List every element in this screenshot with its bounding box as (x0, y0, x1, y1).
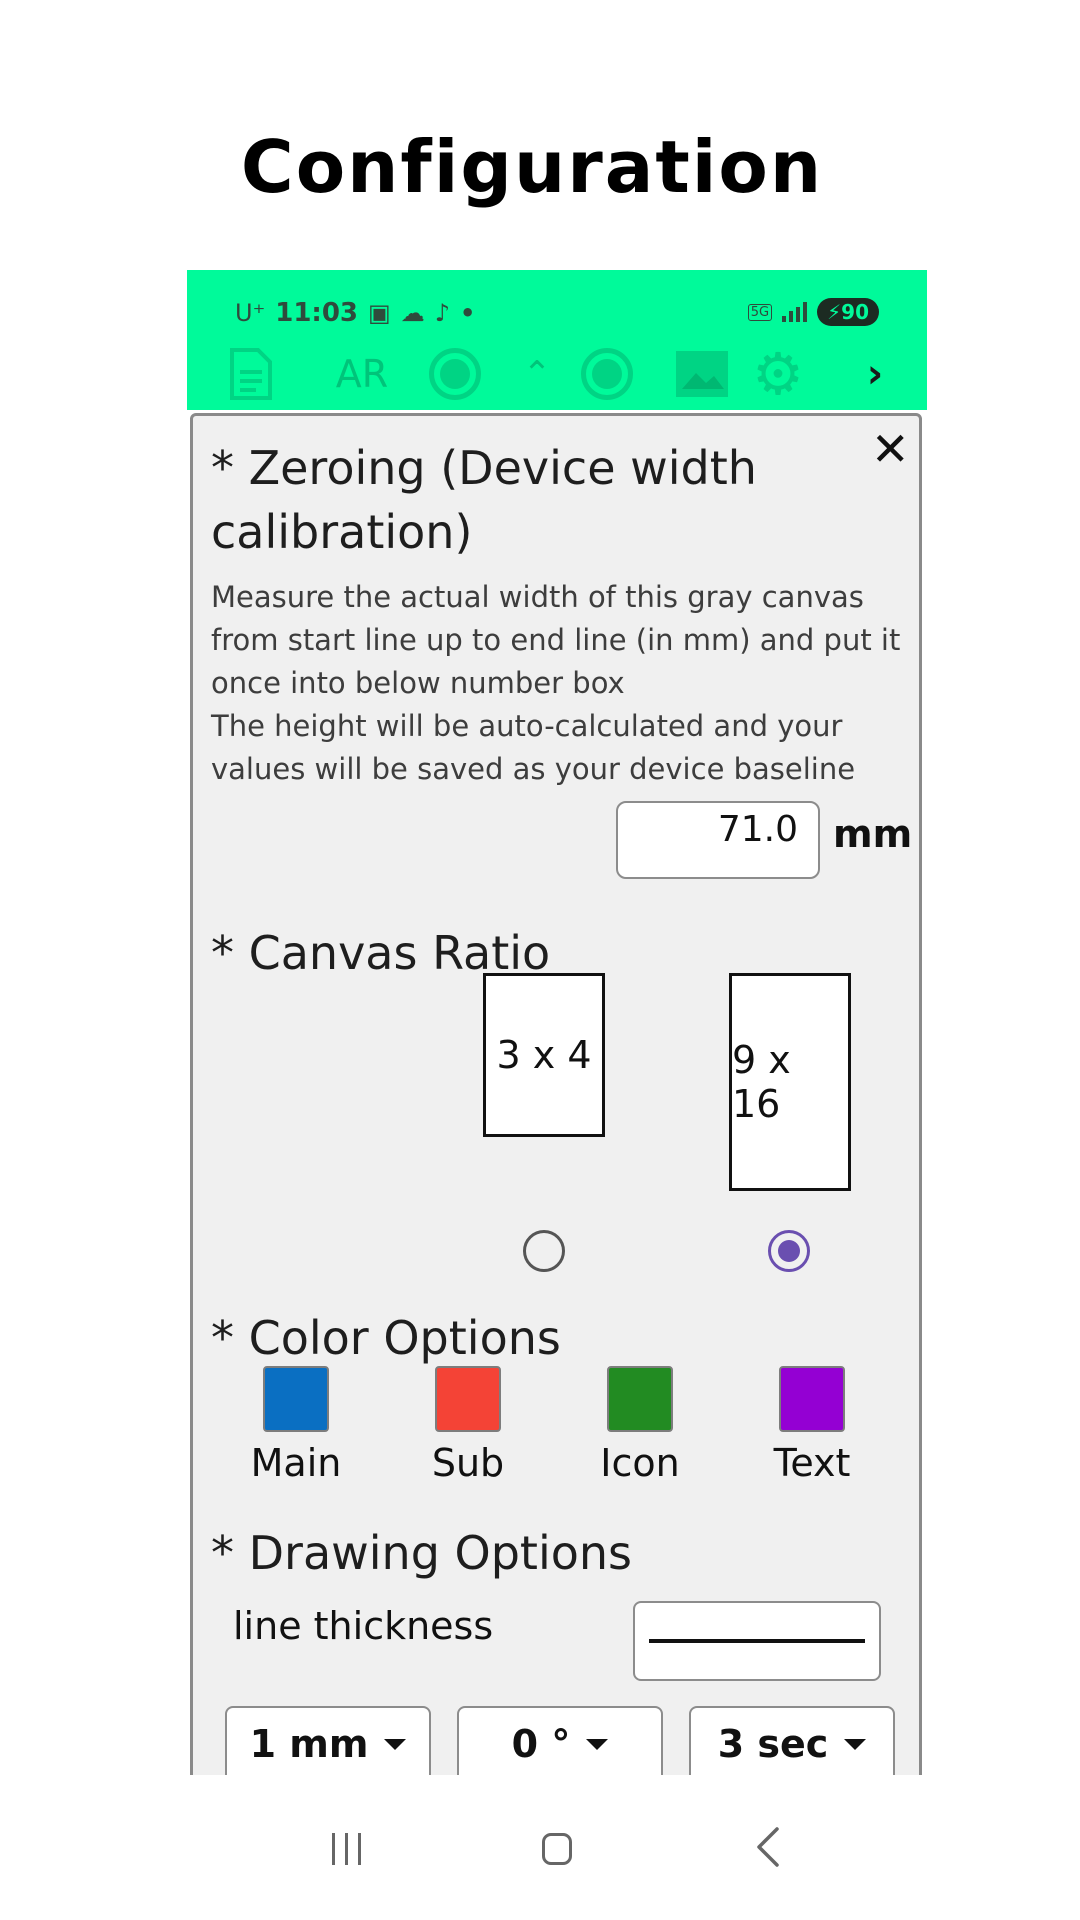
back-icon[interactable] (747, 1825, 791, 1869)
document-button[interactable] (225, 340, 277, 408)
line-thickness-label: line thickness (233, 1604, 494, 1648)
line-thickness-preview[interactable] (633, 1601, 881, 1681)
swatch-main[interactable] (263, 1366, 329, 1432)
status-right: 5G ⚡90 (747, 298, 879, 326)
angle-value: 0 ° (511, 1722, 571, 1766)
swatch-label-sub: Sub (431, 1441, 505, 1485)
toolbar: AR ⌃ ⚙ › (187, 340, 927, 408)
caret-down-icon (384, 1738, 407, 1750)
unit-label: mm (833, 812, 913, 856)
thickness-value: 1 mm (249, 1722, 369, 1766)
zeroing-description: Measure the actual width of this gray ca… (211, 576, 911, 791)
page-title: Configuration (240, 125, 824, 209)
zeroing-description-2: The height will be auto-calculated and y… (211, 709, 856, 786)
angle-dropdown[interactable]: 0 ° (457, 1706, 663, 1775)
record-icon (429, 348, 481, 400)
music-note-icon: ♪ (434, 299, 451, 327)
ratio-option-9x16[interactable]: 9 x 16 (729, 973, 851, 1191)
swatch-text[interactable] (779, 1366, 845, 1432)
ratio-option-3x4[interactable]: 3 x 4 (483, 973, 605, 1137)
record-button-1[interactable] (424, 340, 486, 408)
phone-screen: U⁺ 11:03 ▣ ☁ ♪ • 5G ⚡90 AR ⌃ ⚙ › ✕ * Zer… (187, 270, 927, 1775)
drawing-options-title: * Drawing Options (211, 1526, 633, 1580)
screenshot-icon: ▣ (368, 299, 391, 327)
cloud-icon: ☁ (400, 299, 425, 327)
home-icon[interactable] (542, 1833, 572, 1865)
radio-3x4[interactable] (523, 1230, 565, 1272)
line-preview (649, 1639, 865, 1643)
record-icon (581, 348, 633, 400)
nav-bar (187, 1775, 927, 1920)
duration-dropdown[interactable]: 3 sec (689, 1706, 895, 1775)
swatch-label-text: Text (773, 1441, 851, 1485)
record-button-2[interactable] (576, 340, 638, 408)
carrier-label: U⁺ (235, 299, 266, 327)
ar-button[interactable]: AR (317, 340, 407, 408)
caret-down-icon (844, 1738, 867, 1750)
network-type: 5G (747, 303, 773, 321)
chevron-right-icon: › (866, 351, 884, 397)
width-input[interactable]: 71.0 (616, 801, 820, 879)
swatch-label-main: Main (250, 1441, 342, 1485)
ar-label: AR (335, 352, 389, 396)
radio-9x16[interactable] (768, 1230, 810, 1272)
battery-level: 90 (841, 300, 869, 324)
document-icon (230, 348, 272, 400)
zeroing-description-1: Measure the actual width of this gray ca… (211, 580, 901, 700)
thickness-dropdown[interactable]: 1 mm (225, 1706, 431, 1775)
next-button[interactable]: › (855, 340, 895, 408)
duration-value: 3 sec (717, 1722, 829, 1766)
signal-icon (782, 302, 808, 322)
color-options-title: * Color Options (211, 1311, 561, 1365)
swatch-sub[interactable] (435, 1366, 501, 1432)
status-left: U⁺ 11:03 ▣ ☁ ♪ • (235, 298, 475, 328)
caret-down-icon (586, 1738, 609, 1750)
battery-indicator: ⚡90 (817, 298, 879, 326)
dot-icon: • (460, 299, 476, 327)
close-icon[interactable]: ✕ (871, 426, 910, 472)
image-button[interactable] (673, 340, 731, 408)
config-dialog: ✕ * Zeroing (Device width calibration) M… (190, 413, 922, 1775)
zeroing-title: * Zeroing (Device width calibration) (211, 441, 757, 559)
image-icon (676, 351, 728, 397)
gear-icon: ⚙ (752, 340, 804, 408)
clock: 11:03 (275, 298, 358, 328)
swatch-label-icon: Icon (600, 1441, 680, 1485)
recent-apps-icon[interactable] (332, 1833, 361, 1865)
settings-button[interactable]: ⚙ (747, 340, 809, 408)
chevron-up-icon: ⌃ (522, 354, 552, 394)
collapse-button[interactable]: ⌃ (512, 340, 562, 408)
swatch-icon[interactable] (607, 1366, 673, 1432)
status-bar: U⁺ 11:03 ▣ ☁ ♪ • 5G ⚡90 AR ⌃ ⚙ › (187, 270, 927, 410)
